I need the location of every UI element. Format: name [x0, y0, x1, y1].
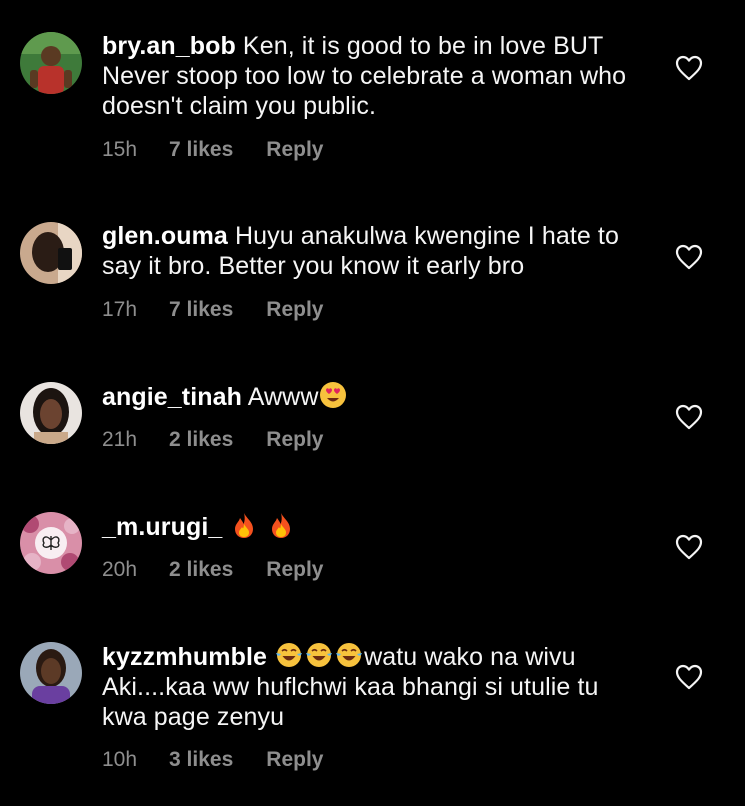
heart-eyes-emoji [320, 382, 347, 408]
comment-likes[interactable]: 2 likes [169, 427, 233, 453]
comment-text: bry.an_bob Ken, it is good to be in love… [102, 31, 642, 121]
reply-button[interactable]: Reply [266, 747, 323, 773]
comment-text: _m.urugi_ [102, 511, 642, 542]
comment-time: 20h [102, 558, 138, 581]
comment-meta: 20h 2 likes Reply [102, 557, 323, 583]
comment-time: 21h [102, 428, 138, 451]
comment-username[interactable]: bry.an_bob [102, 32, 236, 60]
user-avatar[interactable] [20, 382, 82, 444]
user-avatar[interactable] [20, 512, 82, 574]
comment-likes[interactable]: 7 likes [169, 297, 233, 323]
tears-of-joy-emoji [336, 643, 363, 667]
reply-button[interactable]: Reply [266, 137, 323, 163]
heart-outline-icon[interactable] [675, 404, 703, 430]
comment-time: 10h [102, 748, 138, 771]
comment-text: kyzzmhumble watu wako na wivu Aki....kaa… [102, 641, 642, 732]
comment-likes[interactable]: 7 likes [169, 137, 233, 163]
heart-outline-icon[interactable] [675, 244, 703, 270]
comment-likes[interactable]: 3 likes [169, 747, 233, 773]
comment-username[interactable]: kyzzmhumble [102, 643, 267, 671]
comment-username[interactable]: _m.urugi_ [102, 513, 222, 541]
user-avatar[interactable] [20, 32, 82, 94]
user-avatar[interactable] [20, 642, 82, 704]
reply-button[interactable]: Reply [266, 427, 323, 453]
heart-outline-icon[interactable] [675, 664, 703, 690]
comment-body: Awww [242, 383, 319, 411]
user-avatar[interactable] [20, 222, 82, 284]
comment-meta: 10h 3 likes Reply [102, 747, 323, 773]
tears-of-joy-emoji [276, 643, 303, 667]
fire-emoji [272, 513, 291, 538]
comment-meta: 21h 2 likes Reply [102, 427, 323, 453]
comment-meta: 17h 7 likes Reply [102, 297, 323, 323]
heart-outline-icon[interactable] [675, 534, 703, 560]
comment-username[interactable]: angie_tinah [102, 383, 242, 411]
comment-likes[interactable]: 2 likes [169, 557, 233, 583]
comment-time: 15h [102, 138, 138, 161]
comment-meta: 15h 7 likes Reply [102, 137, 323, 163]
comment-text: angie_tinah Awww [102, 381, 642, 412]
comment-username[interactable]: glen.ouma [102, 222, 228, 250]
tears-of-joy-emoji [306, 643, 333, 667]
fire-emoji [235, 513, 254, 538]
reply-button[interactable]: Reply [266, 297, 323, 323]
comment-time: 17h [102, 298, 138, 321]
comment-text: glen.ouma Huyu anakulwa kwengine I hate … [102, 221, 642, 281]
heart-outline-icon[interactable] [675, 55, 703, 81]
reply-button[interactable]: Reply [266, 557, 323, 583]
